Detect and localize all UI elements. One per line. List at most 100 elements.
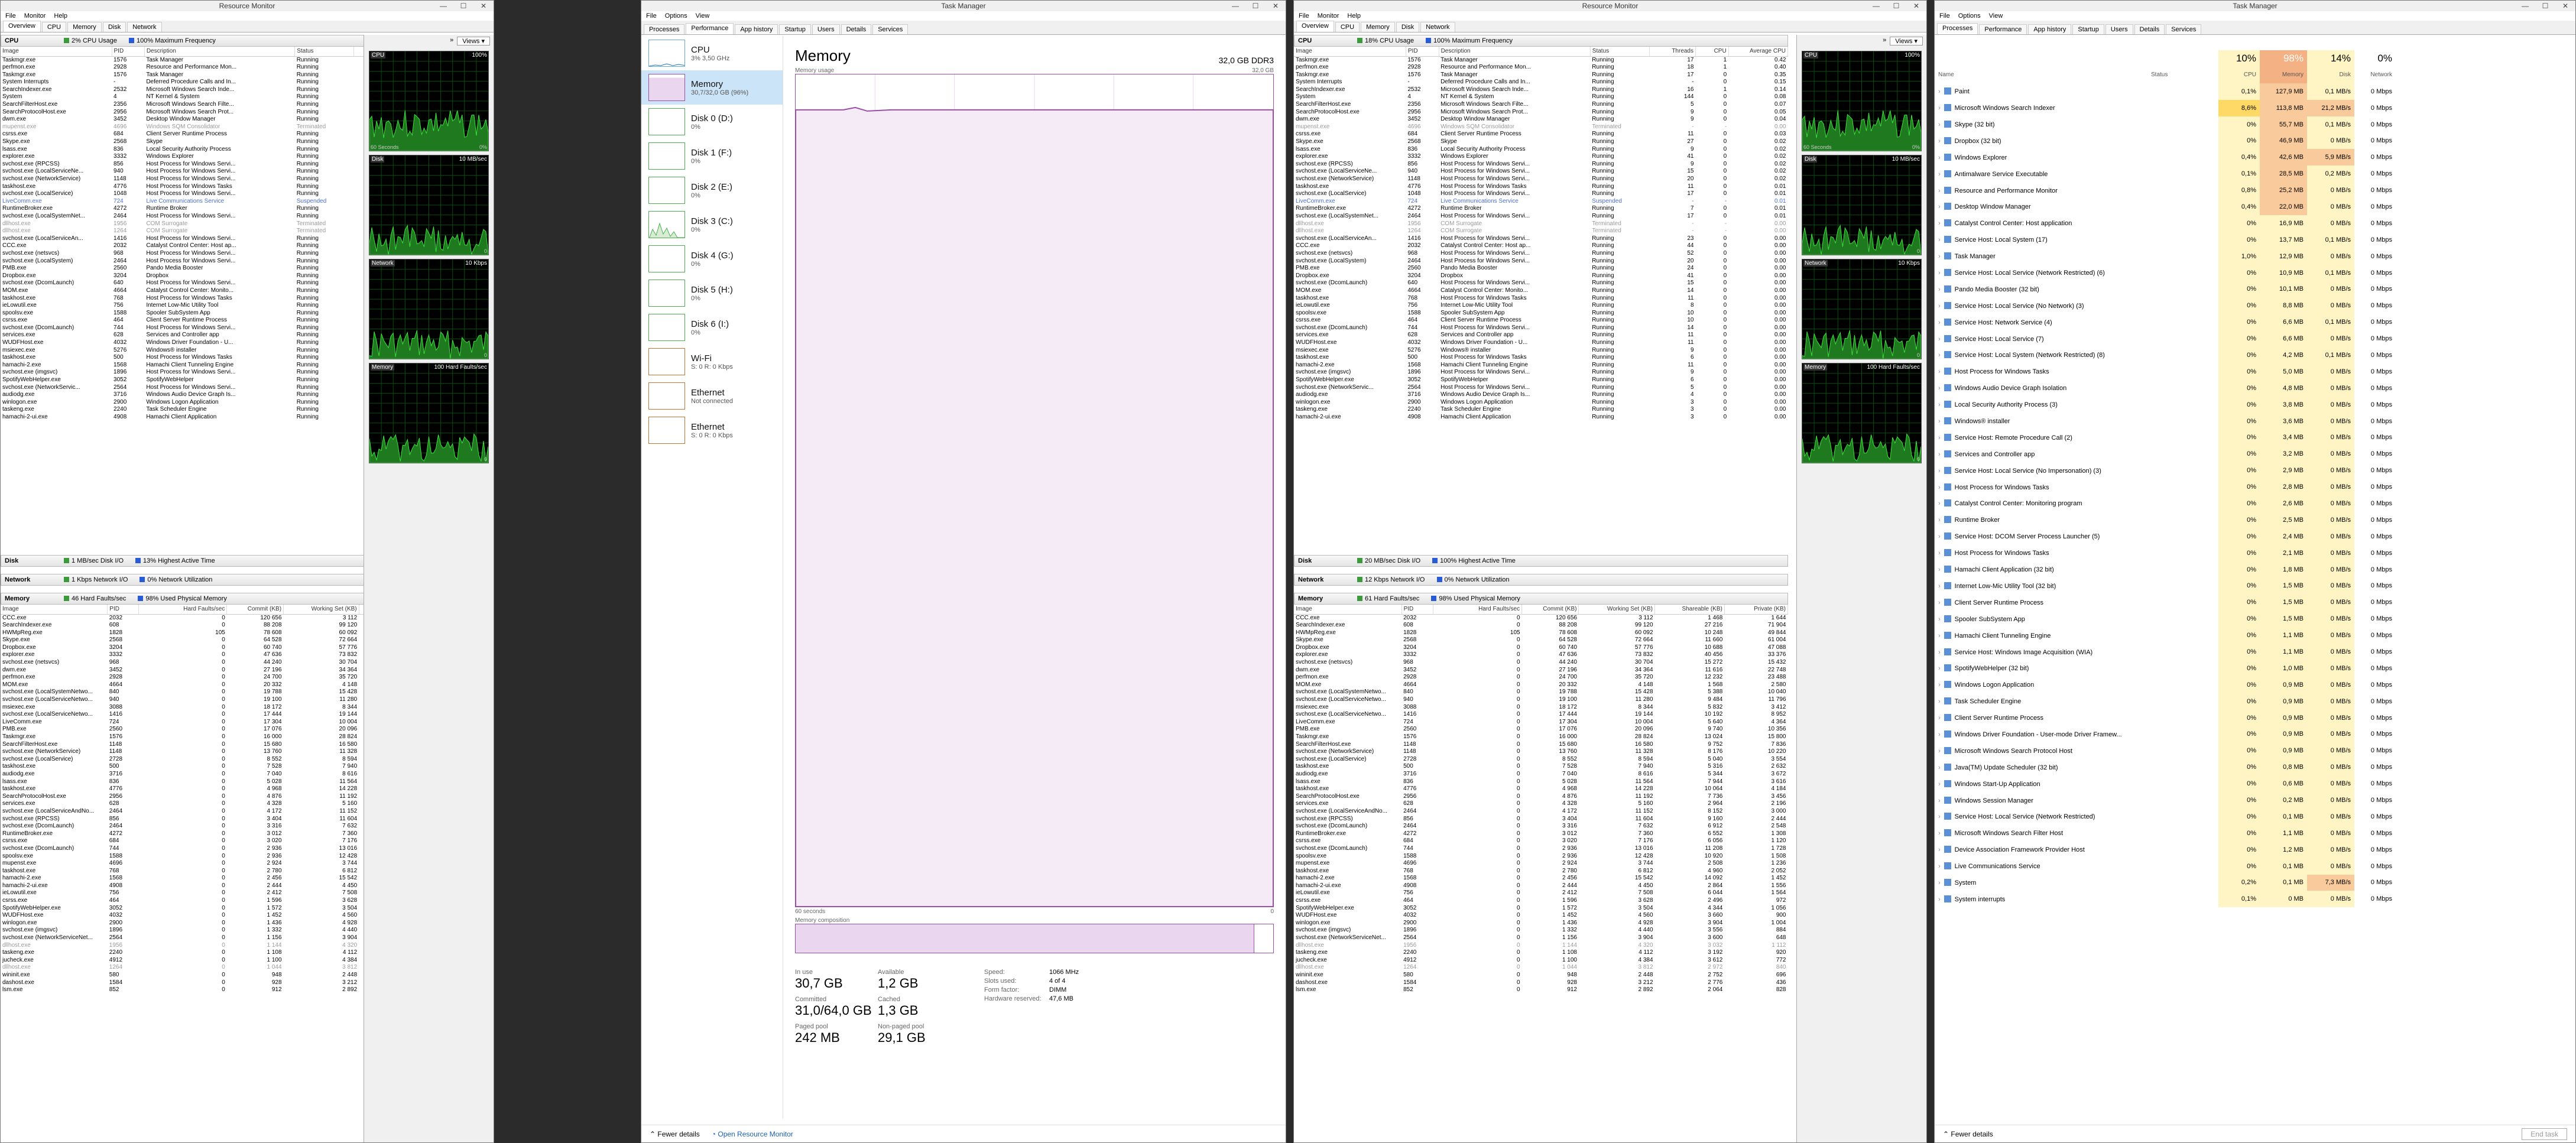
col-memory[interactable]: Memory bbox=[2260, 66, 2307, 83]
process-row[interactable]: › Microsoft Windows Search Indexer 8,6% 113… bbox=[1935, 99, 2575, 116]
table-row[interactable]: svchost.exe (LocalServiceNetwo... 1416 0 17… bbox=[1294, 711, 1788, 719]
table-row[interactable]: ieLowutil.exe 756 Internet Low-Mic Utility… bbox=[1294, 302, 1788, 310]
process-row[interactable]: › Windows Start-Up Application 0% 0,6 MB 0 M… bbox=[1935, 775, 2575, 793]
table-row[interactable]: Taskmgr.exe1576Task ManagerRunning1700.3… bbox=[1294, 72, 1788, 79]
tab-overview[interactable]: Overview bbox=[3, 21, 41, 32]
perf-item-disk-6-i-[interactable]: Disk 6 (I:) 0% bbox=[641, 310, 783, 345]
close-icon[interactable]: ✕ bbox=[1906, 1, 1926, 11]
table-row[interactable]: svchost.exe (DcomLaunch) 744 Host Process … bbox=[1294, 324, 1788, 332]
column-header[interactable]: PID bbox=[107, 605, 139, 615]
perf-item-disk-1-f-[interactable]: Disk 1 (F:) 0% bbox=[641, 139, 783, 173]
column-header[interactable]: Description bbox=[144, 47, 296, 57]
process-row[interactable]: › SpotifyWebHelper (32 bit) 0% 1,0 MB 0 MB/s… bbox=[1935, 660, 2575, 677]
menu-help[interactable]: Help bbox=[54, 11, 67, 21]
tab-app-history[interactable]: App history bbox=[2028, 24, 2072, 34]
process-row[interactable]: › Internet Low-Mic Utility Tool (32 bit) 0… bbox=[1935, 577, 2575, 595]
table-row[interactable]: dllhost.exe195601 1444 3203 0321 112 bbox=[1294, 942, 1788, 950]
expand-chevron-icon[interactable]: › bbox=[1938, 286, 1941, 293]
memory-section-header[interactable]: Memory 61 Hard Faults/sec 98% Used Physica… bbox=[1294, 593, 1788, 605]
table-row[interactable]: taskeng.exe 2240 Task Scheduler Engine Runn… bbox=[1294, 406, 1788, 414]
table-row[interactable]: SearchIndexer.exe608088 20899 12027 2167… bbox=[1294, 622, 1788, 629]
process-row[interactable]: › Paint 0,1% 127,9 MB 0,1 MB/s 0 Mbps bbox=[1935, 83, 2575, 100]
table-row[interactable]: Dropbox.exe3204DropboxRunning4100.00 bbox=[1294, 272, 1788, 280]
column-header[interactable]: Image bbox=[1, 47, 112, 57]
maximize-icon[interactable]: ☐ bbox=[1245, 1, 1266, 11]
table-row[interactable]: msiexec.exe3088018 1728 3445 8323 412 bbox=[1294, 704, 1788, 712]
table-row[interactable]: svchost.exe (NetworkServic... 2564 Host Pr… bbox=[1294, 384, 1788, 392]
perf-item-wi-fi[interactable]: Wi-Fi S: 0 R: 0 Kbps bbox=[641, 345, 783, 379]
perf-item-ethernet[interactable]: Ethernet Not connected bbox=[641, 379, 783, 413]
table-row[interactable]: audiodg.exe371607 0408 6165 3443 672 bbox=[1294, 771, 1788, 778]
table-row[interactable]: taskhost.exe50007 5287 9405 3162 632 bbox=[1294, 763, 1788, 771]
tab-startup[interactable]: Startup bbox=[779, 24, 811, 34]
column-header[interactable]: Threads bbox=[1649, 47, 1696, 57]
perf-item-disk-3-c-[interactable]: Disk 3 (C:) 0% bbox=[641, 207, 783, 242]
table-row[interactable]: Dropbox.exe3204060 74057 77610 68847 088 bbox=[1294, 644, 1788, 652]
maximize-icon[interactable]: ☐ bbox=[2535, 1, 2555, 11]
table-row[interactable]: svchost.exe (LocalServiceNe... 940 Host Pr… bbox=[1294, 168, 1788, 176]
expand-chevron-icon[interactable]: › bbox=[1938, 467, 1941, 475]
table-row[interactable]: Taskmgr.exe1576Task ManagerRunning1710.4… bbox=[1294, 56, 1788, 64]
process-row[interactable]: › Local Security Authority Process (3) 0% 3… bbox=[1935, 396, 2575, 413]
expand-chevron-icon[interactable]: › bbox=[1938, 781, 1941, 788]
table-row[interactable]: svchost.exe (imgsvc) 1896 Host Process for… bbox=[1294, 369, 1788, 376]
table-row[interactable]: hamachi-2-ui.exe 4908 Hamachi Client Appli… bbox=[1294, 414, 1788, 421]
expand-chevron-icon[interactable]: › bbox=[1938, 105, 1941, 112]
expand-chevron-icon[interactable]: › bbox=[1938, 632, 1941, 639]
table-row[interactable]: RuntimeBroker.exe427203 0127 3606 5521 3… bbox=[1294, 830, 1788, 838]
table-row[interactable]: dllhost.exe126401 0443 8122 972840 bbox=[1294, 964, 1788, 972]
expand-chevron-icon[interactable]: › bbox=[1938, 385, 1941, 392]
menu-view[interactable]: View bbox=[696, 11, 710, 21]
expand-chevron-icon[interactable]: › bbox=[1938, 665, 1941, 672]
table-row[interactable]: csrss.exe46401 5963 6282 496972 bbox=[1294, 897, 1788, 905]
process-row[interactable]: › Windows Driver Foundation - User-mode D… bbox=[1935, 726, 2575, 743]
views-button[interactable]: Views ▾ bbox=[457, 37, 490, 46]
expand-chevron-icon[interactable]: › bbox=[1938, 418, 1941, 425]
table-row[interactable]: svchost.exe (NetworkService) 1148 0 13 760 1… bbox=[1294, 748, 1788, 756]
table-row[interactable]: svchost.exe (netsvcs) 968 Host Process for… bbox=[1294, 250, 1788, 258]
expand-chevron-icon[interactable]: › bbox=[1938, 401, 1941, 408]
col-disk[interactable]: Disk bbox=[2307, 66, 2354, 83]
table-row[interactable]: lsm.exe85209122 8922 064828 bbox=[1294, 986, 1788, 994]
process-row[interactable]: › Live Communications Service 0% 0,1 MB 0 MB… bbox=[1935, 858, 2575, 875]
tab-memory[interactable]: Memory bbox=[67, 22, 102, 32]
column-header[interactable]: Hard Faults/sec bbox=[1433, 605, 1523, 615]
expand-chevron-icon[interactable]: › bbox=[1938, 533, 1941, 540]
process-row[interactable]: › Microsoft Windows Search Protocol Host 0… bbox=[1935, 742, 2575, 759]
expand-chevron-icon[interactable]: › bbox=[1938, 187, 1941, 194]
table-row[interactable]: svchost.exe (NetworkServiceNet... 2564 0 1 … bbox=[1294, 934, 1788, 942]
tab-users[interactable]: Users bbox=[812, 24, 840, 34]
process-row[interactable]: › Runtime Broker 0% 2,5 MB 0 MB/s 0 Mbps bbox=[1935, 511, 2575, 528]
maximize-icon[interactable]: ☐ bbox=[1886, 1, 1906, 11]
tab-disk[interactable]: Disk bbox=[102, 22, 126, 32]
cpu-section-header[interactable]: CPU 18% CPU Usage 100% Maximum Frequency bbox=[1294, 35, 1788, 47]
expand-chevron-icon[interactable]: › bbox=[1938, 434, 1941, 441]
table-row[interactable]: HWMpReg.exe182810578 60860 09210 24849 8… bbox=[1294, 629, 1788, 637]
table-row[interactable]: CCC.exe 2032 Catalyst Control Center: Host… bbox=[1294, 242, 1788, 250]
expand-chevron-icon[interactable]: › bbox=[1938, 583, 1941, 590]
column-header[interactable]: Description bbox=[1439, 47, 1591, 57]
process-row[interactable]: › Resource and Performance Monitor 0,8% 25,… bbox=[1935, 182, 2575, 199]
network-total-percent[interactable]: 0% bbox=[2354, 50, 2396, 67]
table-row[interactable]: lsass.exe 836 Local Security Authority Pro… bbox=[1294, 146, 1788, 154]
column-header[interactable]: PID bbox=[1401, 605, 1434, 615]
column-header[interactable]: Private (KB) bbox=[1724, 605, 1788, 615]
disk-section-header[interactable]: Disk 20 MB/sec Disk I/O 100% Highest Activ… bbox=[1294, 555, 1788, 567]
table-row[interactable]: svchost.exe (LocalSystemNetwo... 840 0 19 7… bbox=[1294, 689, 1788, 696]
table-row[interactable]: svchost.exe (DcomLaunch) 640 Host Process … bbox=[1294, 280, 1788, 287]
table-row[interactable]: mupenst.exe 4696 Windows SQM Consolidator T… bbox=[1294, 124, 1788, 131]
table-row[interactable]: svchost.exe (LocalService) 1048 Host Proce… bbox=[1294, 190, 1788, 198]
table-row[interactable]: hamachi-2.exe156802 45615 54214 0921 452 bbox=[1294, 875, 1788, 882]
process-row[interactable]: › Task Manager 1,0% 12,9 MB 0 MB/s 0 Mbps bbox=[1935, 248, 2575, 265]
process-row[interactable]: › Host Process for Windows Tasks 0% 2,8 MB 0… bbox=[1935, 479, 2575, 496]
expand-chevron-icon[interactable]: › bbox=[1938, 863, 1941, 870]
table-row[interactable]: hamachi-2.exe 1568 Hamachi Client Tunnelin… bbox=[1294, 362, 1788, 369]
expand-chevron-icon[interactable]: › bbox=[1938, 352, 1941, 359]
expand-chevron-icon[interactable]: › bbox=[1938, 336, 1941, 343]
expand-chevron-icon[interactable]: › bbox=[1938, 269, 1941, 277]
expand-chevron-icon[interactable]: › bbox=[1938, 681, 1941, 689]
process-row[interactable]: › Host Process for Windows Tasks 0% 5,0 MB 0… bbox=[1935, 363, 2575, 380]
table-row[interactable]: PMB.exe2560Pando Media BoosterRunning240… bbox=[1294, 265, 1788, 272]
column-header[interactable]: Image bbox=[1294, 47, 1406, 57]
process-row[interactable]: › Service Host: Local Service (No Network… bbox=[1935, 297, 2575, 314]
